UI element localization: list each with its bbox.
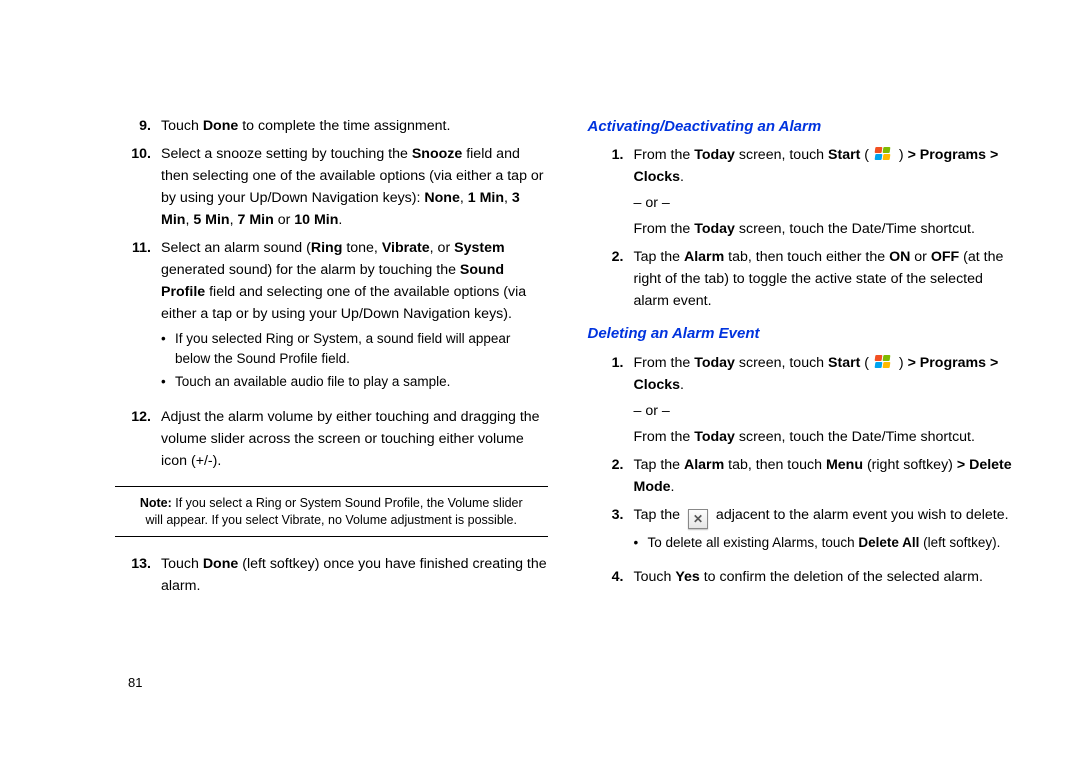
step-number: 3. <box>588 504 634 561</box>
note-text: If you select a Ring or System Sound Pro… <box>145 496 522 527</box>
right-column: Activating/Deactivating an Alarm 1.From … <box>588 115 1021 603</box>
deleting-steps: 1.From the Today screen, touch Start ( )… <box>588 352 1021 589</box>
step-text: Tap the Alarm tab, then touch either the… <box>634 246 1021 312</box>
step-item: 13.Touch Done (left softkey) once you ha… <box>115 553 548 597</box>
step-item: 1.From the Today screen, touch Start ( )… <box>588 144 1021 240</box>
step-item: 3.Tap the ✕ adjacent to the alarm event … <box>588 504 1021 561</box>
step-text: Adjust the alarm volume by either touchi… <box>161 406 548 472</box>
note-box: Note: If you select a Ring or System Sou… <box>115 486 548 538</box>
bullet-item: If you selected Ring or System, a sound … <box>161 329 548 368</box>
step-text: Tap the ✕ adjacent to the alarm event yo… <box>634 504 1021 561</box>
sub-bullets: To delete all existing Alarms, touch Del… <box>634 533 1021 553</box>
step-alt-text: From the Today screen, touch the Date/Ti… <box>634 218 1021 240</box>
step-alt-text: From the Today screen, touch the Date/Ti… <box>634 426 1021 448</box>
step-text: Select an alarm sound (Ring tone, Vibrat… <box>161 237 548 400</box>
step-text: From the Today screen, touch Start ( ) >… <box>634 144 1021 240</box>
step-text: Tap the Alarm tab, then touch Menu (righ… <box>634 454 1021 498</box>
step-text: Touch Done (left softkey) once you have … <box>161 553 548 597</box>
or-text: – or – <box>634 192 1021 214</box>
bullet-item: To delete all existing Alarms, touch Del… <box>634 533 1021 553</box>
step-item: 9.Touch Done to complete the time assign… <box>115 115 548 137</box>
bullet-item: Touch an available audio file to play a … <box>161 372 548 392</box>
step-number: 2. <box>588 454 634 498</box>
step-item: 4.Touch Yes to confirm the deletion of t… <box>588 566 1021 588</box>
step-number: 12. <box>115 406 161 472</box>
step-number: 1. <box>588 352 634 448</box>
step-text: From the Today screen, touch Start ( ) >… <box>634 352 1021 448</box>
step-number: 11. <box>115 237 161 400</box>
step-number: 10. <box>115 143 161 231</box>
left-steps-continued: 13.Touch Done (left softkey) once you ha… <box>115 553 548 597</box>
step-item: 10.Select a snooze setting by touching t… <box>115 143 548 231</box>
manual-page: 9.Touch Done to complete the time assign… <box>0 0 1080 603</box>
note-label: Note: <box>140 496 172 510</box>
step-item: 2.Tap the Alarm tab, then touch Menu (ri… <box>588 454 1021 498</box>
step-number: 4. <box>588 566 634 588</box>
step-number: 1. <box>588 144 634 240</box>
step-item: 12.Adjust the alarm volume by either tou… <box>115 406 548 472</box>
step-item: 2.Tap the Alarm tab, then touch either t… <box>588 246 1021 312</box>
step-text: Touch Done to complete the time assignme… <box>161 115 548 137</box>
step-number: 13. <box>115 553 161 597</box>
heading-deleting: Deleting an Alarm Event <box>588 322 1021 345</box>
left-column: 9.Touch Done to complete the time assign… <box>115 115 548 603</box>
heading-activating: Activating/Deactivating an Alarm <box>588 115 1021 138</box>
page-number: 81 <box>128 675 142 690</box>
step-item: 11.Select an alarm sound (Ring tone, Vib… <box>115 237 548 400</box>
or-text: – or – <box>634 400 1021 422</box>
step-number: 9. <box>115 115 161 137</box>
step-text: Select a snooze setting by touching the … <box>161 143 548 231</box>
step-text: Touch Yes to confirm the deletion of the… <box>634 566 1021 588</box>
step-number: 2. <box>588 246 634 312</box>
step-item: 1.From the Today screen, touch Start ( )… <box>588 352 1021 448</box>
sub-bullets: If you selected Ring or System, a sound … <box>161 329 548 392</box>
activating-steps: 1.From the Today screen, touch Start ( )… <box>588 144 1021 312</box>
left-steps: 9.Touch Done to complete the time assign… <box>115 115 548 472</box>
